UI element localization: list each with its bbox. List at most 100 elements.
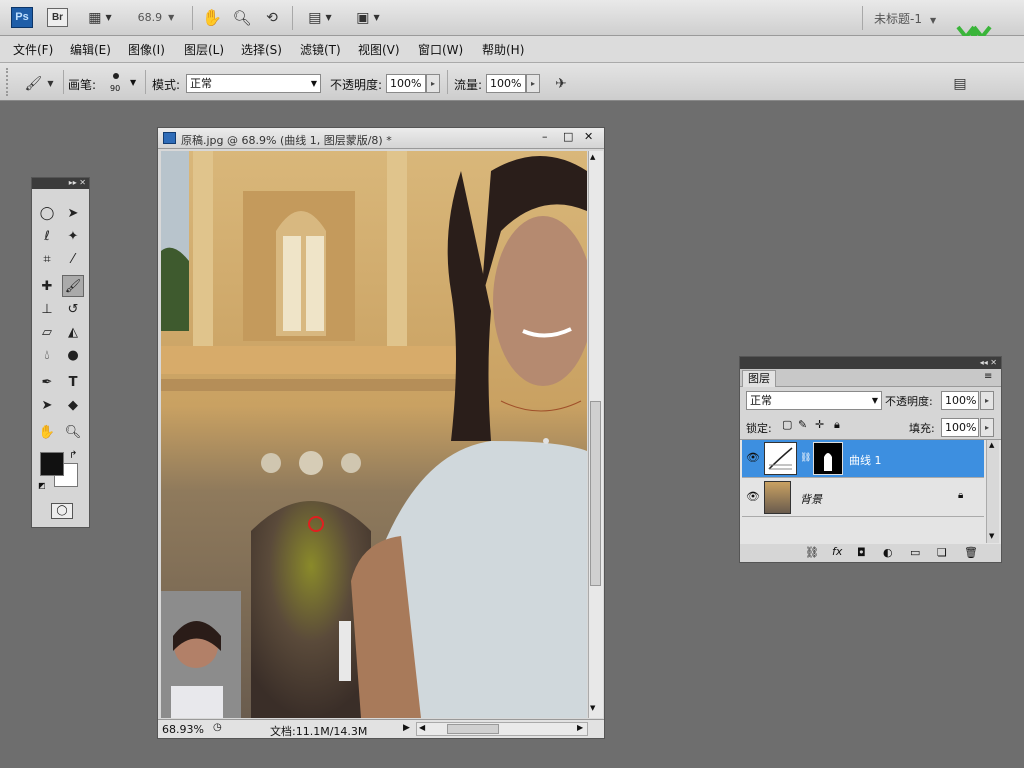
close-icon[interactable]: ✕	[990, 358, 997, 367]
blur-tool-icon[interactable]: 💧︎	[36, 344, 58, 366]
close-icon[interactable]: ✕	[584, 130, 593, 143]
add-mask-icon[interactable]: ◘	[857, 546, 866, 559]
minimize-icon[interactable]: –	[542, 130, 548, 143]
menu-layer[interactable]: 图层(L)	[184, 41, 224, 58]
path-selection-tool-icon[interactable]: ➤	[36, 394, 58, 416]
shape-tool-icon[interactable]: ◆	[62, 394, 84, 416]
workspace-switcher[interactable]: 未标题-1 ▼	[874, 10, 936, 27]
mask-link-icon[interactable]: ⛓	[800, 453, 811, 463]
swap-colors-icon[interactable]: ↱	[69, 450, 77, 461]
layer-row-background[interactable]: 👁︎ 背景 🔒︎	[742, 479, 984, 517]
layer-mask-thumbnail[interactable]	[813, 442, 843, 475]
maximize-icon[interactable]: □	[563, 130, 573, 143]
type-tool-icon[interactable]: T	[62, 371, 84, 393]
new-adjustment-layer-icon[interactable]: ◐	[883, 546, 893, 559]
vertical-scrollbar[interactable]: ▲ ▼	[588, 151, 603, 718]
menu-image[interactable]: 图像(I)	[128, 41, 165, 58]
clone-stamp-tool-icon[interactable]: ⊥	[36, 298, 58, 320]
zoom-tool-icon[interactable]: 🔍︎	[62, 421, 84, 443]
menu-window[interactable]: 窗口(W)	[418, 41, 463, 58]
scroll-left-icon[interactable]: ◀	[419, 723, 425, 732]
close-icon[interactable]: ✕	[79, 178, 86, 187]
screen-mode-button[interactable]: ▣ ▼	[350, 7, 386, 28]
photoshop-logo-icon[interactable]: Ps	[11, 7, 33, 28]
zoom-status-field[interactable]: 68.93%	[162, 723, 204, 736]
lock-image-icon[interactable]: ✎	[798, 418, 807, 431]
brush-picker[interactable]: 90 ▼	[105, 70, 141, 96]
layers-scrollbar[interactable]: ▲ ▼	[986, 440, 999, 543]
layers-tab[interactable]: 图层	[742, 370, 776, 387]
marquee-tool-icon[interactable]: ◯	[36, 202, 58, 224]
layer-name[interactable]: 背景	[800, 491, 822, 507]
history-brush-tool-icon[interactable]: ↺	[62, 298, 84, 320]
crop-tool-icon[interactable]: ⌗	[36, 248, 58, 270]
quick-mask-icon[interactable]: ◯	[51, 503, 73, 519]
layer-style-fx-icon[interactable]: fx	[832, 545, 842, 558]
rotate-view-icon[interactable]: ⟲	[260, 7, 284, 28]
layer-row-curves[interactable]: 👁︎ ⛓ 曲线 1	[742, 440, 984, 478]
layer-opacity-slider-button[interactable]: ▸	[980, 391, 994, 410]
airbrush-toggle-icon[interactable]: ✈	[548, 73, 574, 94]
tool-preset-picker[interactable]: 🖌︎ ▼	[20, 73, 58, 94]
hand-tool-icon[interactable]: ✋	[200, 7, 224, 28]
delete-layer-icon[interactable]: 🗑︎	[964, 546, 978, 559]
paint-bucket-tool-icon[interactable]: ◭	[62, 321, 84, 343]
scroll-down-icon[interactable]: ▼	[590, 704, 595, 712]
options-bar-grip[interactable]	[6, 68, 9, 96]
blend-mode-select[interactable]: 正常 ▼	[746, 391, 882, 410]
lock-transparent-icon[interactable]: ▢	[782, 418, 792, 431]
collapse-icon[interactable]: ▸▸	[69, 178, 77, 187]
pen-tool-icon[interactable]: ✒	[36, 371, 58, 393]
layer-name[interactable]: 曲线 1	[849, 452, 882, 468]
foreground-color-swatch[interactable]	[40, 452, 64, 476]
fill-field[interactable]: 100%	[941, 418, 979, 437]
flow-field[interactable]: 100%	[486, 74, 526, 93]
document-title-bar[interactable]: 原稿.jpg @ 68.9% (曲线 1, 图层蒙版/8) * – □ ✕	[158, 128, 604, 149]
dodge-tool-icon[interactable]: ●	[62, 344, 84, 366]
opacity-slider-button[interactable]: ▸	[426, 74, 440, 93]
lasso-tool-icon[interactable]: ℓ	[36, 225, 58, 247]
status-menu-arrow-icon[interactable]: ▶	[403, 723, 410, 733]
hand-tool-icon[interactable]: ✋	[36, 421, 58, 443]
zoom-tool-icon[interactable]: 🔍︎	[230, 7, 254, 28]
status-info-icon[interactable]: ◷	[213, 722, 222, 733]
lock-all-icon[interactable]: 🔒︎	[834, 418, 840, 432]
lock-position-icon[interactable]: ✛	[815, 418, 824, 431]
opacity-field[interactable]: 100%	[386, 74, 426, 93]
link-layers-icon[interactable]: ⛓	[805, 546, 819, 559]
visibility-eye-icon[interactable]: 👁︎	[746, 490, 760, 503]
magic-wand-tool-icon[interactable]: ✦	[62, 225, 84, 247]
menu-view[interactable]: 视图(V)	[358, 41, 400, 58]
view-extras-button[interactable]: ▦ ▼	[82, 7, 118, 28]
spot-healing-tool-icon[interactable]: ✚	[36, 275, 58, 297]
vertical-scroll-thumb[interactable]	[590, 401, 601, 586]
arrange-documents-button[interactable]: ▤ ▼	[302, 7, 338, 28]
zoom-level-dropdown[interactable]: 68.9 ▼	[130, 7, 182, 28]
layers-panel-header[interactable]: ◂◂ ✕	[740, 357, 1001, 369]
visibility-eye-icon[interactable]: 👁︎	[746, 451, 760, 464]
default-colors-icon[interactable]: ◩	[38, 481, 46, 490]
panel-menu-icon[interactable]: ≡	[984, 371, 992, 382]
move-tool-icon[interactable]: ➤	[62, 202, 84, 224]
eraser-tool-icon[interactable]: ▱	[36, 321, 58, 343]
new-layer-icon[interactable]: ❏	[937, 546, 947, 559]
tools-panel-header[interactable]: ▸▸ ✕	[32, 178, 89, 189]
scroll-up-icon[interactable]: ▲	[989, 441, 994, 449]
layer-opacity-field[interactable]: 100%	[941, 391, 979, 410]
menu-select[interactable]: 选择(S)	[241, 41, 282, 58]
eyedropper-tool-icon[interactable]: ⁄	[62, 248, 84, 270]
collapse-icon[interactable]: ◂◂	[980, 358, 988, 367]
brush-tool-icon[interactable]: 🖌︎	[62, 275, 84, 297]
scroll-right-icon[interactable]: ▶	[577, 723, 583, 732]
scroll-up-icon[interactable]: ▲	[590, 153, 595, 161]
scroll-down-icon[interactable]: ▼	[989, 532, 994, 540]
horizontal-scrollbar[interactable]: ◀ ▶	[416, 722, 588, 736]
menu-filter[interactable]: 滤镜(T)	[300, 41, 341, 58]
menu-help[interactable]: 帮助(H)	[482, 41, 524, 58]
flow-slider-button[interactable]: ▸	[526, 74, 540, 93]
horizontal-scroll-thumb[interactable]	[447, 724, 499, 734]
fill-slider-button[interactable]: ▸	[980, 418, 994, 437]
menu-file[interactable]: 文件(F)	[13, 41, 53, 58]
bridge-icon[interactable]: Br	[47, 8, 68, 27]
new-group-icon[interactable]: ▭	[910, 546, 920, 559]
